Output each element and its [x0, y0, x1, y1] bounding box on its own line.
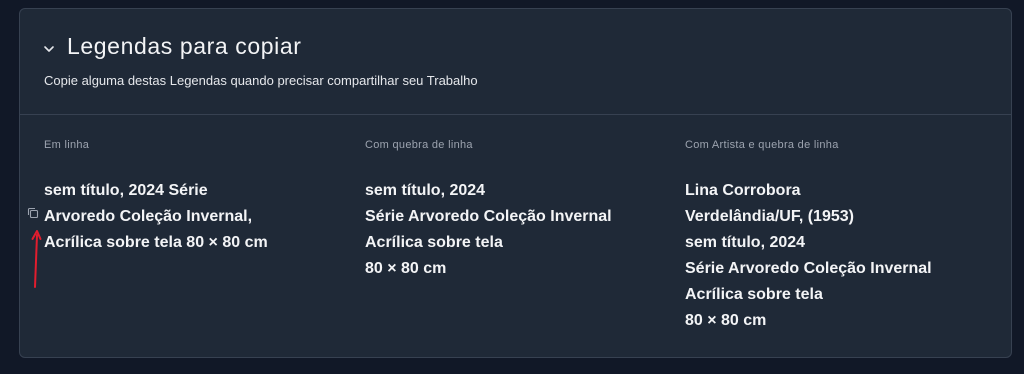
caption-line: sem título, 2024 [685, 234, 806, 251]
copy-icon[interactable] [27, 207, 39, 219]
caption-line: sem título, 2024 Série [44, 182, 208, 199]
column-label: Com quebra de linha [365, 139, 473, 151]
section-subtitle: Copie alguma destas Legendas quando prec… [44, 73, 478, 88]
caption-line: Lina Corrobora [685, 182, 801, 199]
caption-text-inline[interactable]: sem título, 2024 Série Arvoredo Coleção … [44, 178, 268, 256]
caption-column-artist: Com Artista e quebra de linha Lina Corro… [685, 139, 932, 334]
caption-line: Série Arvoredo Coleção Invernal [685, 260, 932, 277]
column-label: Com Artista e quebra de linha [685, 139, 839, 151]
annotation-arrow [31, 230, 42, 288]
caption-line: Acrílica sobre tela [365, 234, 503, 251]
caption-column-inline: Em linha sem título, 2024 Série Arvoredo… [44, 139, 268, 256]
caption-line: Verdelândia/UF, (1953) [685, 208, 854, 225]
caption-text-artist[interactable]: Lina Corrobora Verdelândia/UF, (1953) se… [685, 178, 932, 334]
caption-line: 80 × 80 cm [365, 260, 447, 277]
caption-column-line-break: Com quebra de linha sem título, 2024 Sér… [365, 139, 612, 282]
caption-line: Acrílica sobre tela 80 × 80 cm [44, 234, 268, 251]
caption-line: sem título, 2024 [365, 182, 486, 199]
chevron-down-icon[interactable] [42, 42, 56, 56]
captions-header[interactable]: Legendas para copiar Copie alguma destas… [20, 9, 1011, 115]
section-title: Legendas para copiar [67, 33, 302, 59]
column-label: Em linha [44, 139, 90, 151]
caption-text-line-break[interactable]: sem título, 2024 Série Arvoredo Coleção … [365, 178, 612, 282]
caption-line: Acrílica sobre tela [685, 286, 823, 303]
captions-panel: Legendas para copiar Copie alguma destas… [19, 8, 1012, 358]
caption-line: Arvoredo Coleção Invernal, [44, 208, 253, 225]
caption-line: 80 × 80 cm [685, 312, 767, 329]
caption-line: Série Arvoredo Coleção Invernal [365, 208, 612, 225]
